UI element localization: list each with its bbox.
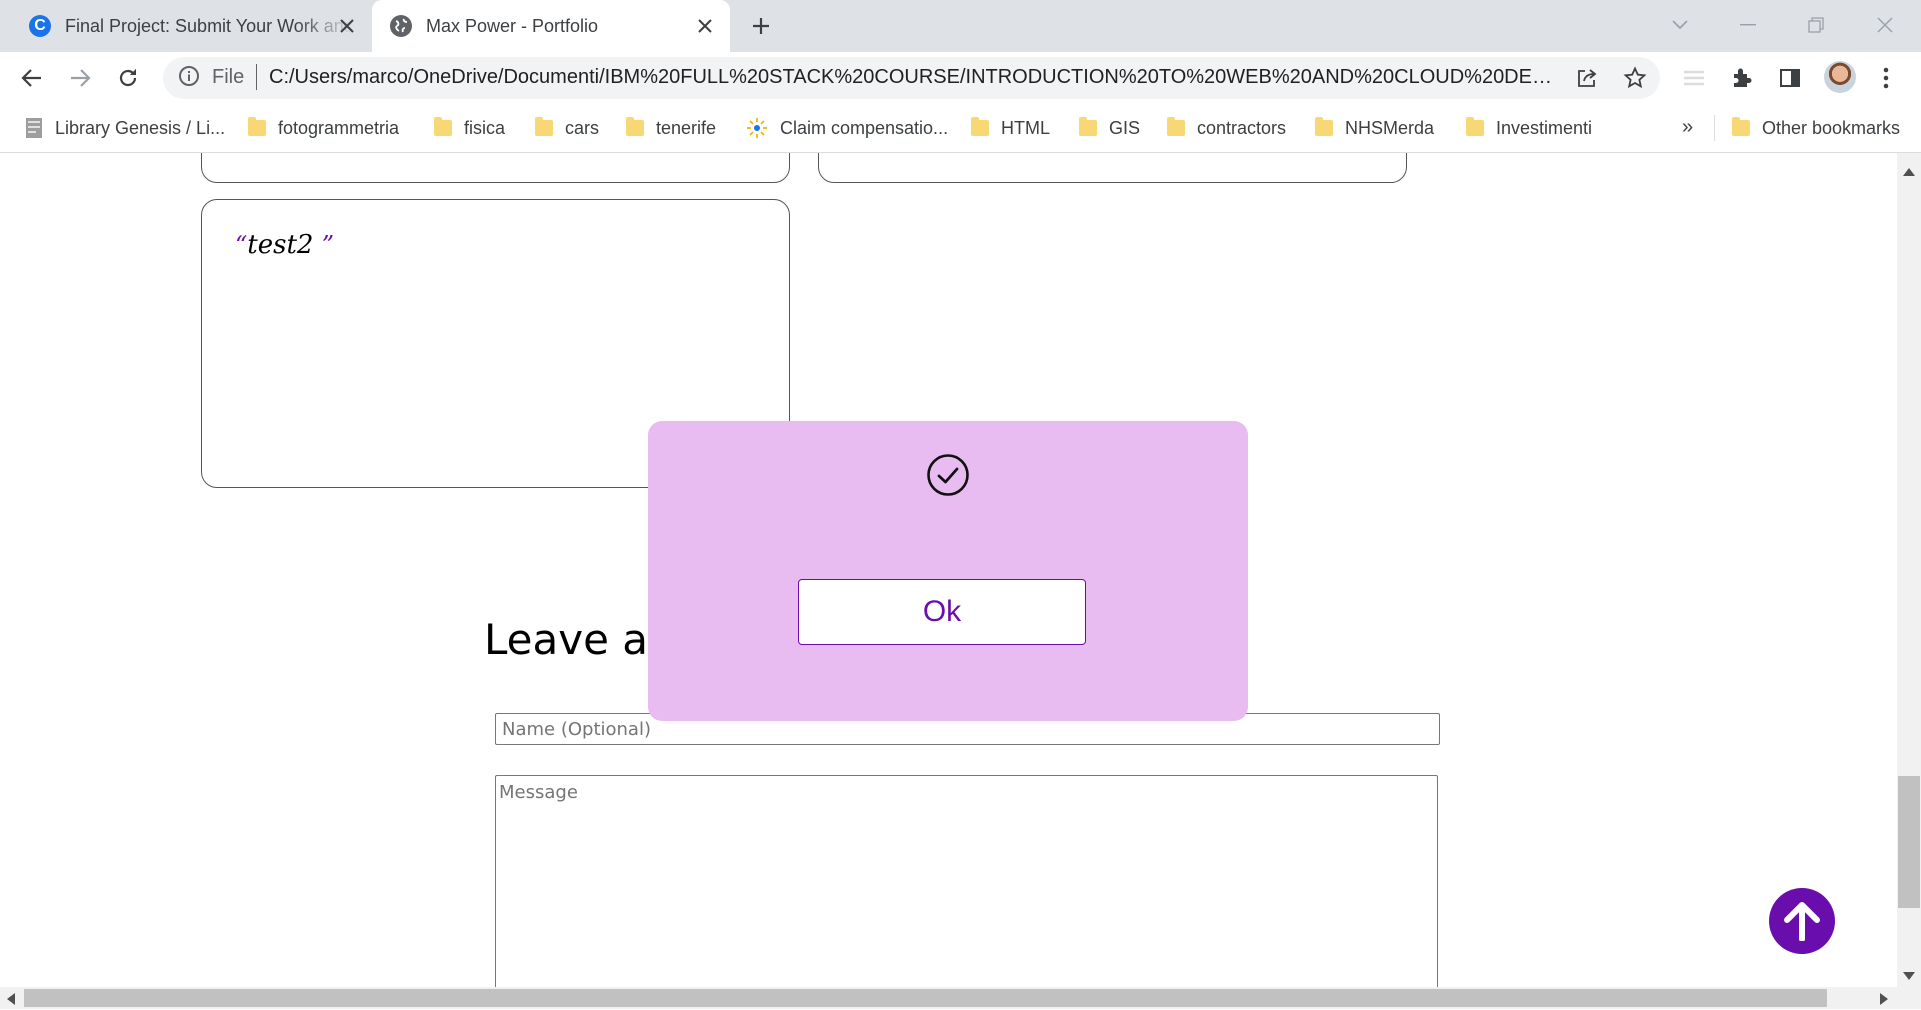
arrow-up-icon bbox=[1784, 902, 1820, 941]
scroll-right-arrow-icon[interactable] bbox=[1880, 992, 1888, 1010]
scroll-left-arrow-icon[interactable] bbox=[7, 992, 15, 1010]
ok-button[interactable]: Ok bbox=[798, 579, 1086, 645]
folder-icon bbox=[248, 117, 266, 136]
window-close-icon[interactable] bbox=[1870, 10, 1900, 40]
bookmark-tenerife[interactable]: tenerife bbox=[626, 104, 716, 152]
quote-close: ” bbox=[321, 231, 334, 259]
page-viewport: “test2 ” Leave a Ok bbox=[0, 153, 1897, 987]
bookmark-html[interactable]: HTML bbox=[971, 104, 1050, 152]
testimonial-quote: “test2 ” bbox=[235, 230, 334, 260]
extensions-icon[interactable] bbox=[1726, 62, 1758, 94]
folder-icon bbox=[1732, 117, 1750, 136]
back-button[interactable] bbox=[14, 60, 50, 96]
folder-icon bbox=[1315, 117, 1333, 136]
profile-avatar[interactable] bbox=[1824, 61, 1856, 93]
info-icon[interactable] bbox=[178, 65, 200, 87]
reading-list-icon[interactable] bbox=[1678, 62, 1710, 94]
folder-icon bbox=[1079, 117, 1097, 136]
leave-recommendation-heading: Leave a bbox=[484, 615, 649, 664]
globe-icon bbox=[390, 15, 412, 37]
close-icon[interactable] bbox=[334, 13, 360, 39]
protocol-label: File bbox=[212, 66, 245, 88]
plane-icon bbox=[747, 118, 767, 138]
star-icon[interactable] bbox=[1619, 62, 1651, 94]
bookmark-label: contractors bbox=[1197, 117, 1287, 138]
tab-max-power-portfolio[interactable]: Max Power - Portfolio bbox=[372, 0, 730, 52]
horizontal-scrollbar-thumb[interactable] bbox=[24, 989, 1827, 1007]
coursera-letter: C bbox=[34, 17, 46, 34]
bookmark-gis[interactable]: GIS bbox=[1079, 104, 1140, 152]
bookmark-label: fotogrammetria bbox=[278, 117, 400, 138]
folder-icon bbox=[971, 117, 989, 136]
vertical-scrollbar-thumb[interactable] bbox=[1898, 776, 1920, 908]
bookmark-label: Library Genesis / Li... bbox=[55, 117, 226, 138]
menu-dots-icon[interactable] bbox=[1870, 62, 1902, 94]
bookmark-label: GIS bbox=[1109, 117, 1141, 138]
reload-button[interactable] bbox=[110, 60, 146, 96]
folder-icon bbox=[1167, 117, 1185, 136]
url-text[interactable]: C:/Users/marco/OneDrive/Documenti/IBM%20… bbox=[269, 66, 1559, 89]
bookmark-nhsmerda[interactable]: NHSMerda bbox=[1315, 104, 1434, 152]
other-bookmarks-label: Other bookmarks bbox=[1762, 117, 1901, 138]
scroll-down-arrow-icon[interactable] bbox=[1903, 967, 1915, 985]
tab-final-project[interactable]: C Final Project: Submit Your Work and bbox=[0, 0, 370, 52]
testimonial-card bbox=[201, 153, 790, 183]
bookmark-label: cars bbox=[565, 117, 600, 138]
bookmarks-overflow-button[interactable]: » bbox=[1682, 116, 1693, 139]
bookmark-label: tenerife bbox=[656, 117, 717, 138]
testimonial-card bbox=[818, 153, 1407, 183]
other-bookmarks[interactable]: Other bookmarks bbox=[1732, 104, 1900, 152]
bookmark-library-genesis[interactable]: Library Genesis / Li... bbox=[25, 104, 225, 152]
new-tab-button[interactable] bbox=[746, 11, 776, 41]
browser-toolbar: File C:/Users/marco/OneDrive/Documenti/I… bbox=[0, 52, 1921, 104]
minimize-icon[interactable] bbox=[1733, 10, 1763, 40]
side-panel-icon[interactable] bbox=[1774, 62, 1806, 94]
folder-icon bbox=[535, 117, 553, 136]
forward-button[interactable] bbox=[62, 60, 98, 96]
success-modal: Ok bbox=[648, 421, 1248, 721]
bookmarks-separator bbox=[1714, 115, 1715, 141]
folder-icon bbox=[434, 117, 452, 136]
bookmarks-bar: Library Genesis / Li... fotogrammetria f… bbox=[0, 104, 1921, 153]
message-input[interactable] bbox=[495, 775, 1438, 987]
omnibox-separator bbox=[256, 64, 257, 90]
bookmark-investimenti[interactable]: Investimenti bbox=[1466, 104, 1592, 152]
coursera-icon: C bbox=[29, 15, 51, 37]
bookmark-label: Investimenti bbox=[1496, 117, 1593, 138]
tab-strip: C Final Project: Submit Your Work and Ma… bbox=[0, 0, 1921, 52]
share-icon[interactable] bbox=[1571, 62, 1603, 94]
bookmark-contractors[interactable]: contractors bbox=[1167, 104, 1286, 152]
quote-open: “ bbox=[235, 231, 248, 259]
bookmark-cars[interactable]: cars bbox=[535, 104, 599, 152]
bookmark-fotogrammetria[interactable]: fotogrammetria bbox=[248, 104, 399, 152]
bookmark-claim-compensation[interactable]: Claim compensatio... bbox=[746, 104, 948, 152]
check-circle-icon bbox=[926, 453, 970, 497]
tab-search-icon[interactable] bbox=[1665, 10, 1695, 40]
bookmark-label: NHSMerda bbox=[1345, 117, 1435, 138]
scroll-up-arrow-icon[interactable] bbox=[1903, 163, 1915, 181]
folder-icon bbox=[626, 117, 644, 136]
bookmark-label: fisica bbox=[464, 117, 506, 138]
bookmark-label: HTML bbox=[1001, 117, 1050, 138]
bookmark-fisica[interactable]: fisica bbox=[434, 104, 505, 152]
bookmark-label: Claim compensatio... bbox=[780, 117, 949, 138]
scroll-to-top-button[interactable] bbox=[1769, 888, 1835, 954]
tab-title: Max Power - Portfolio bbox=[426, 15, 599, 36]
testimonial-text: test2 bbox=[247, 230, 314, 260]
close-icon[interactable] bbox=[692, 13, 718, 39]
folder-icon bbox=[1466, 117, 1484, 136]
restore-icon[interactable] bbox=[1801, 10, 1831, 40]
tab-title: Final Project: Submit Your Work and bbox=[65, 15, 353, 36]
book-icon bbox=[26, 118, 42, 138]
